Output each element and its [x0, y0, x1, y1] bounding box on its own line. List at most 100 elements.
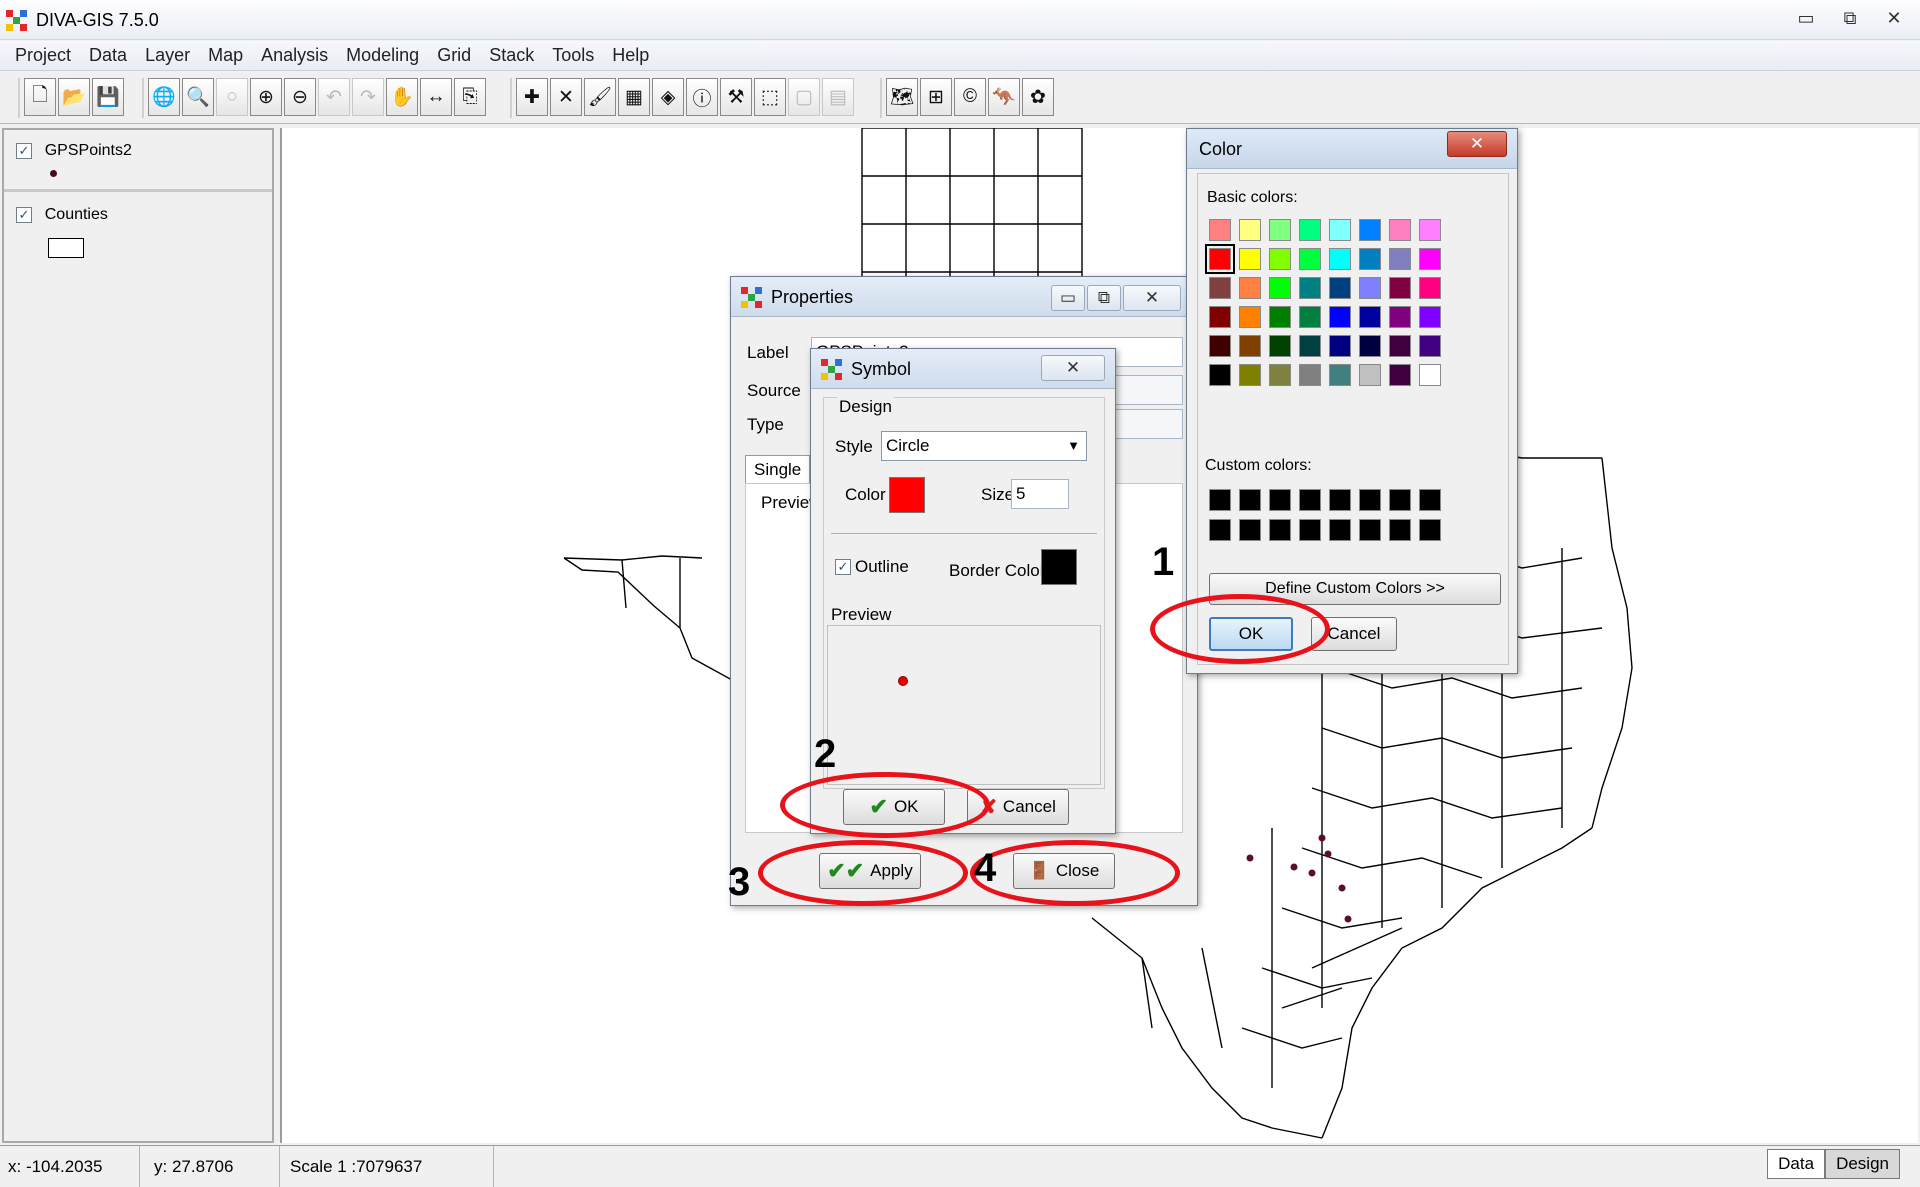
copy-selection-icon[interactable]: ▤	[822, 78, 854, 116]
basic-color-swatch[interactable]	[1209, 277, 1231, 299]
basic-color-swatch[interactable]	[1299, 248, 1321, 270]
custom-color-swatch[interactable]	[1359, 519, 1381, 541]
custom-color-swatch[interactable]	[1329, 519, 1351, 541]
custom-color-swatch[interactable]	[1419, 489, 1441, 511]
menu-map[interactable]: Map	[199, 45, 252, 66]
basic-color-swatch[interactable]	[1299, 219, 1321, 241]
custom-color-swatch[interactable]	[1359, 489, 1381, 511]
basic-color-swatch[interactable]	[1299, 306, 1321, 328]
basic-color-swatch[interactable]	[1389, 306, 1411, 328]
minimize-button[interactable]: ▭	[1051, 285, 1085, 311]
add-layer-icon[interactable]: ✚	[516, 78, 548, 116]
basic-color-swatch[interactable]	[1269, 306, 1291, 328]
basic-color-swatch[interactable]	[1419, 335, 1441, 357]
custom-color-swatch[interactable]	[1389, 489, 1411, 511]
zoom-layer-icon[interactable]: 🔍	[182, 78, 214, 116]
basic-color-swatch[interactable]	[1239, 364, 1261, 386]
close-icon[interactable]: ✕	[1123, 285, 1181, 311]
basic-color-swatch[interactable]	[1389, 277, 1411, 299]
basic-color-swatch[interactable]	[1299, 335, 1321, 357]
basic-color-swatch[interactable]	[1359, 219, 1381, 241]
restore-button[interactable]: ⧉	[1087, 285, 1121, 311]
tab-design[interactable]: Design	[1825, 1149, 1900, 1179]
layer-item-counties[interactable]: ✓ Counties	[4, 194, 272, 266]
custom-color-swatch[interactable]	[1239, 519, 1261, 541]
menu-tools[interactable]: Tools	[543, 45, 603, 66]
basic-color-swatch[interactable]	[1419, 306, 1441, 328]
menu-stack[interactable]: Stack	[480, 45, 543, 66]
custom-color-swatch[interactable]	[1239, 489, 1261, 511]
basic-color-swatch[interactable]	[1269, 219, 1291, 241]
basic-color-swatch[interactable]	[1419, 364, 1441, 386]
attribute-table-icon[interactable]: ▦	[618, 78, 650, 116]
copy-map-icon[interactable]: ⎘	[454, 78, 486, 116]
basic-color-swatch[interactable]	[1359, 248, 1381, 270]
basic-color-swatch[interactable]	[1329, 219, 1351, 241]
basic-color-swatch[interactable]	[1389, 219, 1411, 241]
basic-color-swatch[interactable]	[1239, 248, 1261, 270]
zoom-in-icon[interactable]: ⊕	[250, 78, 282, 116]
remove-layer-icon[interactable]: ✕	[550, 78, 582, 116]
full-extent-icon[interactable]: ↔	[420, 78, 452, 116]
basic-color-swatch[interactable]	[1209, 335, 1231, 357]
info-icon[interactable]: ⓘ	[686, 78, 718, 116]
custom-color-swatch[interactable]	[1269, 519, 1291, 541]
style-select[interactable]: Circle ▼	[881, 431, 1087, 461]
open-folder-icon[interactable]: 📂	[58, 78, 90, 116]
basic-color-swatch[interactable]	[1329, 306, 1351, 328]
basic-color-swatch[interactable]	[1205, 244, 1235, 274]
pan-hand-icon[interactable]: ✋	[386, 78, 418, 116]
copyright-icon[interactable]: ©	[954, 78, 986, 116]
basic-color-swatch[interactable]	[1239, 306, 1261, 328]
custom-color-swatch[interactable]	[1269, 489, 1291, 511]
basic-color-swatch[interactable]	[1269, 364, 1291, 386]
tab-data[interactable]: Data	[1767, 1149, 1826, 1179]
menu-project[interactable]: Project	[6, 45, 80, 66]
select-features-icon[interactable]: ⬚	[754, 78, 786, 116]
basic-color-swatch[interactable]	[1239, 219, 1261, 241]
basic-color-swatch[interactable]	[1389, 335, 1411, 357]
flower-icon[interactable]: ✿	[1022, 78, 1054, 116]
zoom-selection-icon[interactable]: ○	[216, 78, 248, 116]
query-icon[interactable]: ◈	[652, 78, 684, 116]
basic-color-swatch[interactable]	[1269, 277, 1291, 299]
menu-data[interactable]: Data	[80, 45, 136, 66]
basic-color-swatch[interactable]	[1419, 248, 1441, 270]
globe-icon[interactable]: 🌐	[148, 78, 180, 116]
layer-visible-checkbox[interactable]: ✓	[16, 142, 32, 159]
basic-color-swatch[interactable]	[1329, 277, 1351, 299]
layer-visible-checkbox[interactable]: ✓	[16, 206, 32, 223]
size-input[interactable]: 5	[1011, 479, 1069, 509]
custom-color-swatch[interactable]	[1419, 519, 1441, 541]
menu-grid[interactable]: Grid	[428, 45, 480, 66]
basic-color-swatch[interactable]	[1359, 335, 1381, 357]
basic-color-swatch[interactable]	[1389, 248, 1411, 270]
tab-single[interactable]: Single	[745, 455, 811, 484]
custom-color-swatch[interactable]	[1389, 519, 1411, 541]
menu-help[interactable]: Help	[603, 45, 658, 66]
close-icon[interactable]: ✕	[1041, 355, 1105, 381]
custom-color-swatch[interactable]	[1209, 489, 1231, 511]
grid-icon[interactable]: ⊞	[920, 78, 952, 116]
layer-item-gpspoints2[interactable]: ✓ GPSPoints2	[4, 130, 272, 192]
outline-checkbox[interactable]: ✓	[835, 559, 851, 575]
basic-color-swatch[interactable]	[1269, 335, 1291, 357]
new-file-icon[interactable]: 🗋	[24, 78, 56, 116]
close-icon[interactable]: ✕	[1447, 131, 1507, 157]
minimize-button[interactable]: ▭	[1786, 4, 1826, 32]
tools-icon[interactable]: ⚒	[720, 78, 752, 116]
basic-color-swatch[interactable]	[1389, 364, 1411, 386]
basic-color-swatch[interactable]	[1419, 277, 1441, 299]
undo-zoom-icon[interactable]: ↶	[318, 78, 350, 116]
clear-selection-icon[interactable]: ▢	[788, 78, 820, 116]
menu-layer[interactable]: Layer	[136, 45, 199, 66]
menu-analysis[interactable]: Analysis	[252, 45, 337, 66]
redo-zoom-icon[interactable]: ↷	[352, 78, 384, 116]
basic-color-swatch[interactable]	[1329, 335, 1351, 357]
basic-color-swatch[interactable]	[1299, 364, 1321, 386]
basic-color-swatch[interactable]	[1329, 364, 1351, 386]
basic-color-swatch[interactable]	[1359, 277, 1381, 299]
basic-color-swatch[interactable]	[1209, 364, 1231, 386]
custom-color-swatch[interactable]	[1329, 489, 1351, 511]
color-swatch-button[interactable]	[889, 477, 925, 513]
